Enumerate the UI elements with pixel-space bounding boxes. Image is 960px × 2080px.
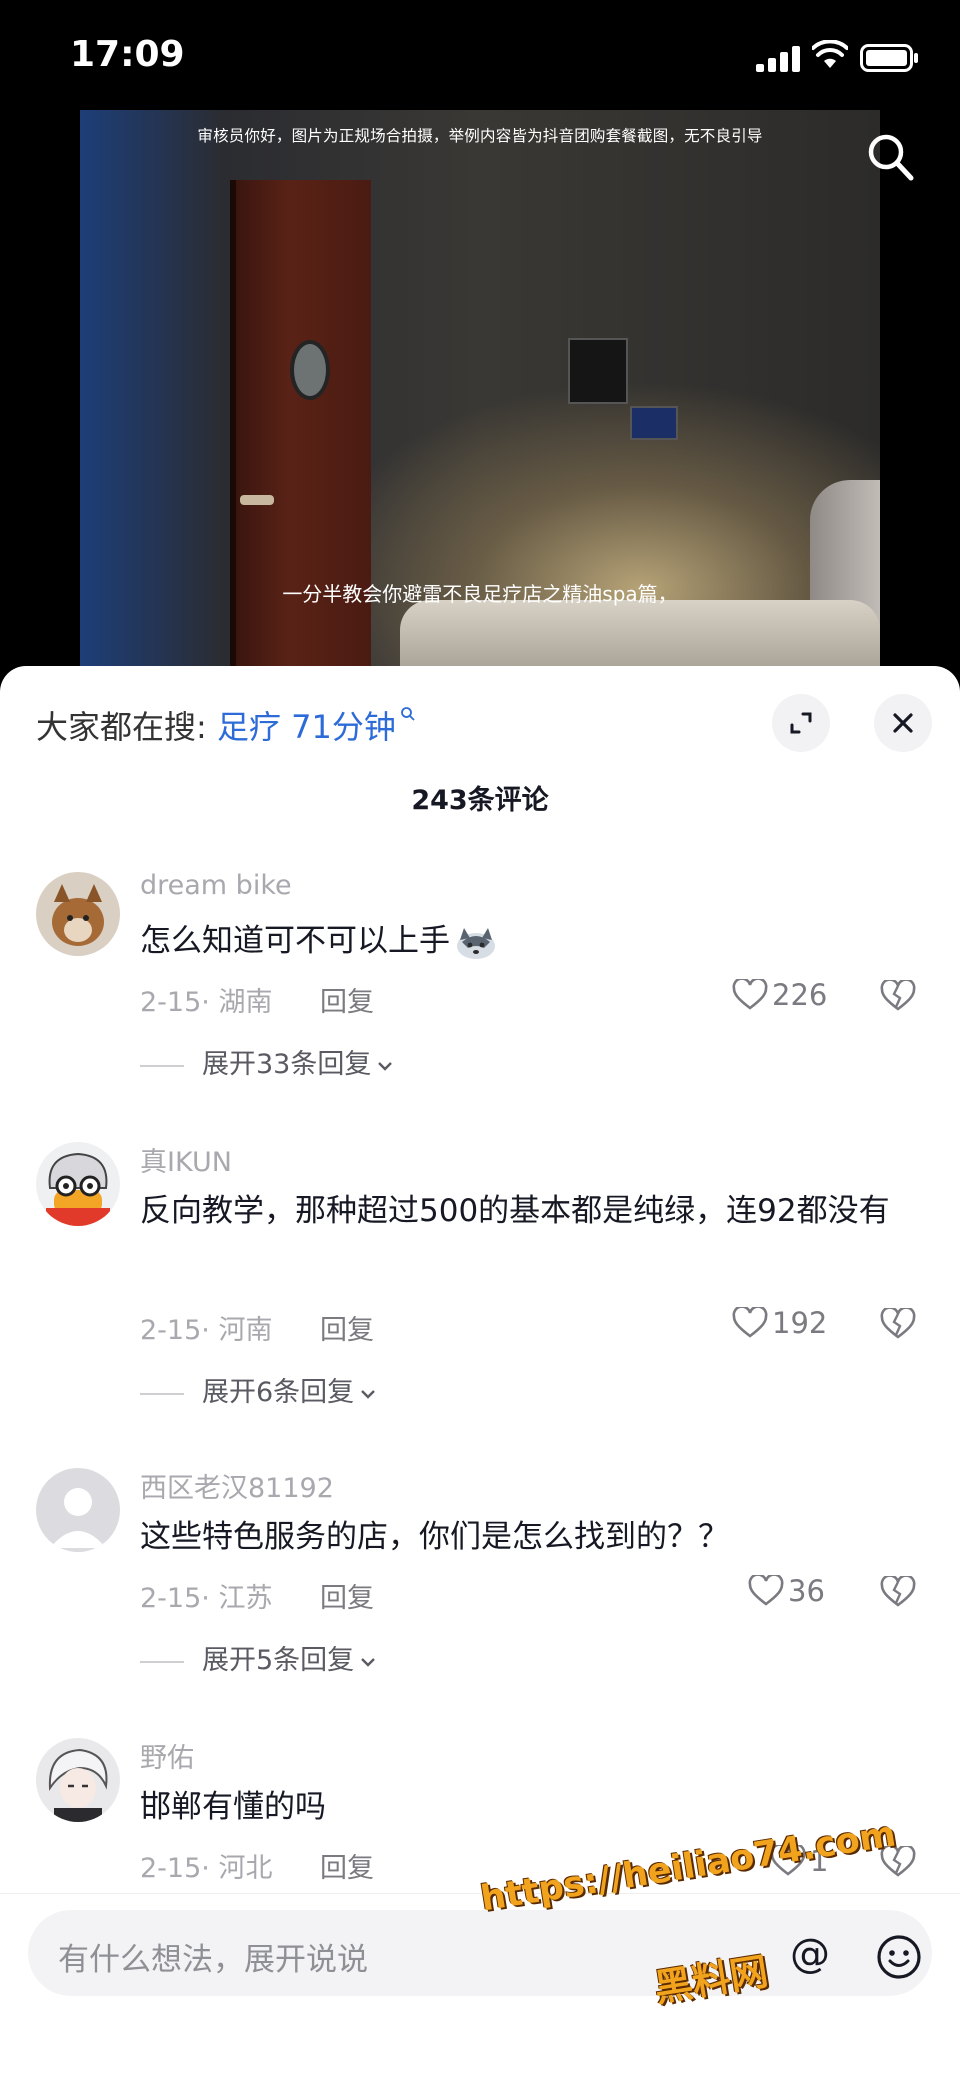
dislike-button[interactable] (880, 1574, 916, 1608)
wifi-icon (812, 40, 848, 68)
divider-line (140, 1660, 184, 1663)
video-scene-wall-sign (568, 338, 628, 404)
broken-heart-icon (880, 1574, 916, 1607)
heart-icon (748, 1573, 784, 1606)
comment-input[interactable]: 有什么想法，展开说说 @ (28, 1910, 932, 1996)
reply-button[interactable]: 回复 (320, 1576, 374, 1615)
avatar[interactable] (36, 1468, 120, 1552)
mention-icon[interactable]: @ (788, 1932, 832, 1976)
broken-heart-icon (880, 1306, 916, 1339)
comment-text: 邯郸有懂的吗 (140, 1789, 326, 1825)
avatar-cartoon-image (36, 1142, 120, 1226)
like-count: 226 (772, 978, 828, 1012)
expand-icon (790, 712, 812, 734)
expand-replies-label: 展开5条回复 (202, 1645, 355, 1676)
comment-date-location: 2-15· 河南 (140, 1315, 273, 1346)
like-count: 36 (788, 1574, 825, 1608)
avatar[interactable] (36, 1142, 120, 1226)
comment-date-location: 2-15· 河北 (140, 1853, 273, 1884)
avatar[interactable] (36, 1738, 120, 1822)
video-subtitle: 一分半教会你避雷不良足疗店之精油spa篇， (282, 582, 678, 606)
status-bar: 17:09 (0, 0, 960, 110)
video-notice-caption: 审核员你好，图片为正规场合拍摄，举例内容皆为抖音团购套餐截图，无不良引导 (197, 127, 763, 145)
default-avatar-icon (36, 1468, 120, 1552)
comment-text: 反向教学，那种超过500的基本都是纯绿，连92都没有 (140, 1193, 890, 1229)
cellular-signal-icon (756, 46, 800, 72)
expand-replies-label: 展开6条回复 (202, 1377, 355, 1408)
search-small-icon (400, 707, 415, 721)
dislike-button[interactable] (880, 1306, 916, 1340)
broken-heart-icon (880, 978, 916, 1011)
close-icon (893, 713, 913, 733)
comment-panel: 大家都在搜: 足疗 71分钟 243条评论 dream bike 怎么知道可不可 (0, 666, 960, 2079)
expand-panel-button[interactable] (772, 694, 830, 752)
reply-button[interactable]: 回复 (320, 980, 374, 1019)
like-button[interactable]: 36 (748, 1572, 825, 1608)
comment-text: 这些特色服务的店，你们是怎么找到的？？ (140, 1519, 729, 1555)
comment-text: 怎么知道可不可以上手 (140, 912, 900, 970)
comment-input-bar: 有什么想法，展开说说 @ (0, 1893, 960, 2080)
video-scene-door-handle (240, 495, 274, 505)
like-button[interactable]: 226 (732, 976, 827, 1012)
status-time: 17:09 (70, 34, 185, 75)
comment-text-content: 怎么知道可不可以上手 (140, 923, 450, 959)
comment-date-location: 2-15· 湖南 (140, 987, 273, 1018)
expand-replies-button[interactable]: 展开5条回复 (140, 1638, 376, 1677)
trending-query-link[interactable]: 足疗 71分钟 (217, 708, 396, 746)
avatar-dog-image (36, 872, 120, 956)
battery-icon (860, 44, 918, 72)
reply-button[interactable]: 回复 (320, 1308, 374, 1347)
emoji-picker-icon[interactable] (876, 1934, 922, 1980)
reply-button[interactable]: 回复 (320, 1846, 374, 1885)
comment-username[interactable]: 野佑 (140, 1736, 194, 1775)
expand-replies-label: 展开33条回复 (202, 1049, 372, 1080)
avatar[interactable] (36, 872, 120, 956)
comment-username[interactable]: 西区老汉81192 (140, 1466, 334, 1505)
comment-count: 243条评论 (411, 785, 549, 816)
video-scene-door-window (290, 340, 330, 400)
comment-date-location: 2-15· 江苏 (140, 1583, 273, 1614)
trending-label: 大家都在搜: (36, 708, 217, 746)
heart-icon (732, 1305, 768, 1338)
like-count: 192 (772, 1306, 828, 1340)
dislike-button[interactable] (880, 978, 916, 1012)
comment-input-placeholder: 有什么想法，展开说说 (58, 1942, 368, 1978)
search-icon[interactable] (866, 132, 914, 182)
divider-line (140, 1064, 184, 1067)
comment-username[interactable]: dream bike (140, 870, 292, 901)
chevron-down-icon (361, 1657, 376, 1667)
husky-emoji-icon (457, 927, 495, 959)
video-scene-bed (400, 600, 880, 670)
like-button[interactable]: 192 (732, 1304, 827, 1340)
trending-search[interactable]: 大家都在搜: 足疗 71分钟 (36, 702, 416, 748)
divider-line (140, 1392, 184, 1395)
chevron-down-icon (361, 1389, 376, 1399)
avatar-anime-image (36, 1738, 120, 1822)
close-panel-button[interactable] (874, 694, 932, 752)
video-scene-wall-panel (630, 406, 678, 440)
heart-icon (732, 977, 768, 1010)
expand-replies-button[interactable]: 展开6条回复 (140, 1370, 376, 1409)
video-player[interactable]: 审核员你好，图片为正规场合拍摄，举例内容皆为抖音团购套餐截图，无不良引导 一分半… (80, 110, 880, 670)
chevron-down-icon (378, 1061, 393, 1071)
expand-replies-button[interactable]: 展开33条回复 (140, 1042, 393, 1081)
comment-username[interactable]: 真IKUN (140, 1140, 232, 1179)
